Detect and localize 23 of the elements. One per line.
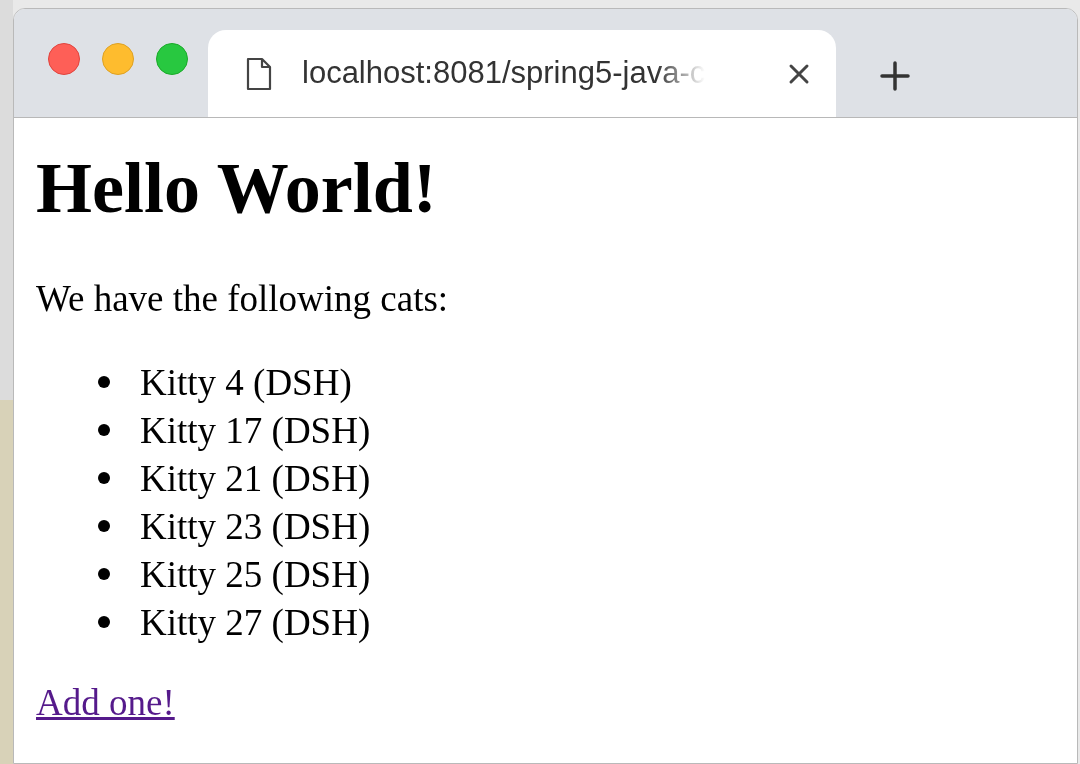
bullet-icon	[98, 376, 110, 389]
minimize-window-icon[interactable]	[102, 43, 134, 75]
cat-item: Kitty 17 (DSH)	[140, 408, 371, 453]
bullet-icon	[98, 616, 110, 629]
new-tab-icon[interactable]	[880, 61, 910, 91]
bullet-icon	[98, 424, 110, 437]
cat-item: Kitty 4 (DSH)	[140, 360, 352, 405]
cat-item: Kitty 25 (DSH)	[140, 552, 371, 597]
intro-text: We have the following cats:	[36, 277, 449, 321]
browser-tab[interactable]: localhost:8081/spring5-java-c	[208, 30, 836, 117]
close-icon[interactable]	[788, 62, 810, 85]
cat-item: Kitty 27 (DSH)	[140, 600, 371, 645]
cat-item: Kitty 21 (DSH)	[140, 456, 371, 501]
page-heading: Hello World!	[36, 152, 437, 224]
bullet-icon	[98, 520, 110, 533]
zoom-window-icon[interactable]	[156, 43, 188, 75]
add-one-link[interactable]: Add one!	[36, 684, 175, 722]
bullet-icon	[98, 472, 110, 485]
tab-title: localhost:8081/spring5-java-c	[302, 54, 706, 93]
document-icon	[246, 56, 272, 91]
cat-item: Kitty 23 (DSH)	[140, 504, 371, 549]
bullet-icon	[98, 568, 110, 581]
close-window-icon[interactable]	[48, 43, 80, 75]
